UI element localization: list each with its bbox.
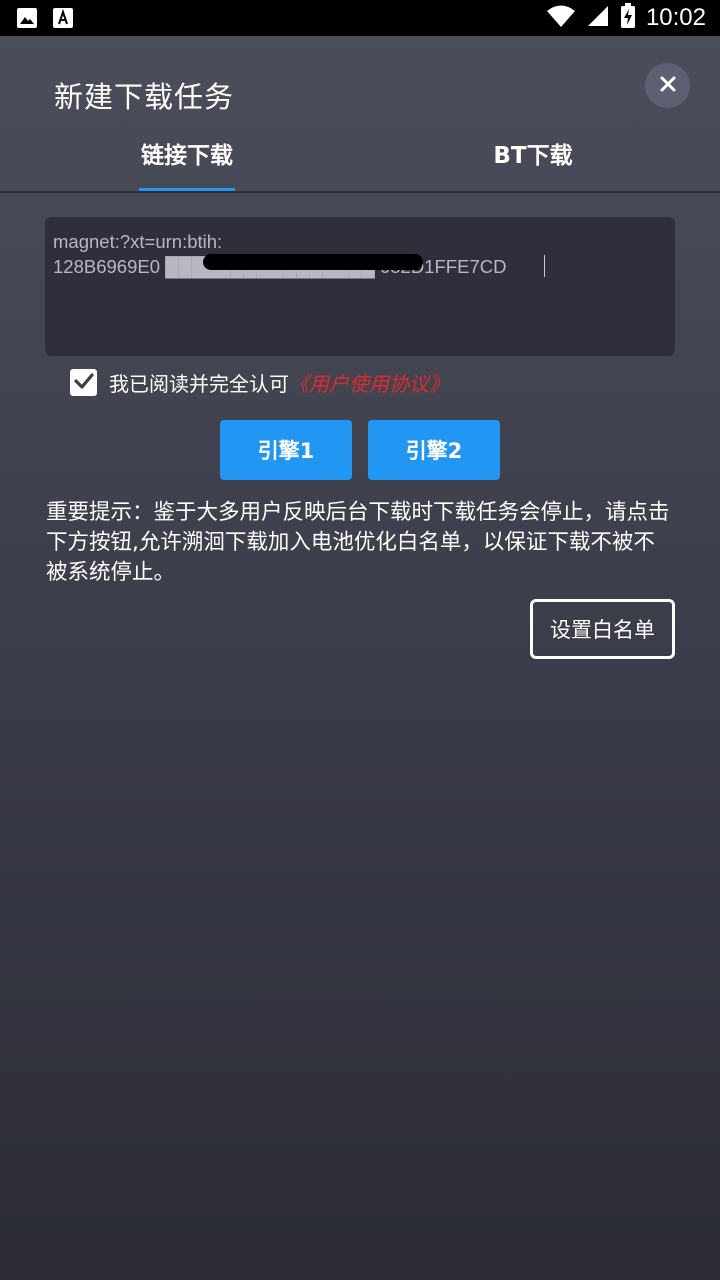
engine-1-label: 引擎1 <box>257 439 315 463</box>
link-input[interactable]: magnet:?xt=urn:btih: 128B6969E0 ████████… <box>45 217 675 356</box>
new-download-dialog: 新建下载任务 链接下载 BT下载 magnet:?xt=urn:btih: 12… <box>0 36 720 1280</box>
status-bar: 10:02 <box>0 0 720 36</box>
close-icon <box>659 75 677 97</box>
wifi-icon <box>546 4 576 32</box>
tab-bt-download[interactable]: BT下载 <box>485 136 581 192</box>
redaction-bar <box>203 254 423 270</box>
status-time: 10:02 <box>645 4 706 31</box>
set-whitelist-button[interactable]: 设置白名单 <box>530 599 675 659</box>
text-cursor <box>544 255 545 277</box>
user-agreement-link[interactable]: 《用户使用协议》 <box>289 368 449 397</box>
agreement-row: 我已阅读并完全认可 《用户使用协议》 <box>70 368 449 397</box>
engine-1-button[interactable]: 引擎1 <box>220 420 352 480</box>
tab-label: 链接下载 <box>141 143 233 169</box>
checkmark-icon <box>73 370 95 396</box>
engine-2-label: 引擎2 <box>405 439 463 463</box>
tab-link-download[interactable]: 链接下载 <box>139 136 235 192</box>
engine-2-button[interactable]: 引擎2 <box>368 420 500 480</box>
battery-charging-icon <box>620 3 636 33</box>
tab-divider <box>0 191 720 193</box>
notice-text: 重要提示：鉴于大多用户反映后台下载时下载任务会停止，请点击下方按钮,允许溯洄下载… <box>46 500 670 585</box>
font-icon <box>52 7 74 33</box>
agreement-checkbox[interactable] <box>70 369 97 396</box>
set-whitelist-label: 设置白名单 <box>550 618 655 642</box>
tab-bar: 链接下载 BT下载 <box>0 136 720 192</box>
close-button[interactable] <box>645 63 690 108</box>
image-icon <box>16 7 38 33</box>
dialog-title: 新建下载任务 <box>54 80 235 114</box>
agreement-text: 我已阅读并完全认可 <box>109 372 289 396</box>
signal-icon <box>586 4 610 32</box>
tab-label: BT下载 <box>493 143 573 169</box>
